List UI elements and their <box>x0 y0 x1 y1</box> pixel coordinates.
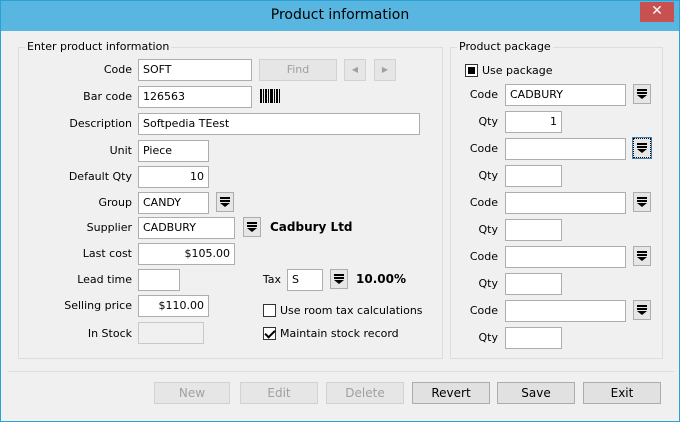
package-code-dropdown-icon[interactable] <box>632 137 652 159</box>
package-qty-input[interactable] <box>505 219 562 241</box>
package-code-label: Code <box>469 250 498 263</box>
code-input[interactable]: SOFT <box>138 59 252 81</box>
save-button[interactable]: Save <box>497 382 575 404</box>
default-qty-input[interactable]: 10 <box>138 166 209 188</box>
package-code-input[interactable] <box>505 138 626 160</box>
last-cost-input[interactable]: $105.00 <box>138 243 235 265</box>
description-label: Description <box>69 117 132 130</box>
package-qty-input[interactable] <box>505 165 562 187</box>
supplier-name: Cadbury Ltd <box>270 220 353 234</box>
package-code-label: Code <box>469 88 498 101</box>
product-package-legend: Product package <box>457 40 553 53</box>
new-button[interactable]: New <box>154 382 230 404</box>
button-bar-divider <box>8 371 674 372</box>
package-code-input[interactable] <box>505 300 626 322</box>
package-code-input[interactable]: CADBURY <box>505 84 626 106</box>
lead-time-input[interactable] <box>138 269 180 291</box>
group-label: Group <box>98 196 133 209</box>
code-label: Code <box>103 63 132 76</box>
supplier-label: Supplier <box>86 221 132 234</box>
use-package-box[interactable] <box>465 64 478 77</box>
last-cost-label: Last cost <box>82 247 132 260</box>
previous-icon[interactable]: ◀ <box>344 59 366 81</box>
tax-input[interactable]: S <box>287 269 323 291</box>
exit-button[interactable]: Exit <box>583 382 661 404</box>
maintain-stock-box[interactable] <box>263 327 276 340</box>
product-information-window: Product information ✕ Enter product info… <box>0 0 680 422</box>
package-code-label: Code <box>469 196 498 209</box>
description-input[interactable]: Softpedia TEest <box>138 113 420 135</box>
revert-button[interactable]: Revert <box>412 382 490 404</box>
package-qty-label: Qty <box>478 277 498 290</box>
title-bar: Product information ✕ <box>1 1 679 31</box>
tax-label: Tax <box>262 273 281 286</box>
group-dropdown-icon[interactable] <box>216 192 234 212</box>
package-qty-label: Qty <box>478 115 498 128</box>
use-room-tax-box[interactable] <box>263 304 276 317</box>
use-room-tax-checkbox[interactable]: Use room tax calculations <box>263 304 443 318</box>
barcode-icon[interactable] <box>259 86 281 106</box>
barcode-label: Bar code <box>83 90 132 103</box>
package-code-dropdown-icon[interactable] <box>633 246 651 266</box>
unit-label: Unit <box>109 144 132 157</box>
maintain-stock-checkbox[interactable]: Maintain stock record <box>263 327 443 341</box>
delete-button[interactable]: Delete <box>326 382 404 404</box>
window-title: Product information <box>270 7 410 23</box>
find-button[interactable]: Find <box>259 59 337 81</box>
package-qty-label: Qty <box>478 331 498 344</box>
group-input[interactable]: CANDY <box>138 192 209 214</box>
package-qty-input[interactable] <box>505 273 562 295</box>
unit-input[interactable]: Piece <box>138 140 209 162</box>
use-room-tax-label: Use room tax calculations <box>280 304 423 317</box>
next-icon[interactable]: ▶ <box>374 59 396 81</box>
close-icon[interactable]: ✕ <box>640 2 674 22</box>
edit-button[interactable]: Edit <box>240 382 318 404</box>
tax-dropdown-icon[interactable] <box>330 269 348 289</box>
maintain-stock-label: Maintain stock record <box>280 327 399 340</box>
package-code-dropdown-icon[interactable] <box>633 300 651 320</box>
package-qty-label: Qty <box>478 223 498 236</box>
package-qty-input[interactable]: 1 <box>505 111 562 133</box>
tax-rate: 10.00% <box>356 272 406 286</box>
package-code-input[interactable] <box>505 192 626 214</box>
selling-price-input[interactable]: $110.00 <box>138 295 209 317</box>
package-code-label: Code <box>469 142 498 155</box>
in-stock-label: In Stock <box>87 327 132 340</box>
package-qty-input[interactable] <box>505 327 562 349</box>
barcode-input[interactable]: 126563 <box>138 86 252 108</box>
lead-time-label: Lead time <box>77 273 132 286</box>
use-package-label: Use package <box>482 64 553 77</box>
package-code-dropdown-icon[interactable] <box>633 84 651 104</box>
package-code-input[interactable] <box>505 246 626 268</box>
product-info-legend: Enter product information <box>25 40 172 53</box>
in-stock-input <box>138 322 204 344</box>
supplier-dropdown-icon[interactable] <box>243 217 261 237</box>
package-qty-label: Qty <box>478 169 498 182</box>
package-code-label: Code <box>469 304 498 317</box>
package-code-dropdown-icon[interactable] <box>633 192 651 212</box>
selling-price-label: Selling price <box>64 299 132 312</box>
use-package-checkbox[interactable]: Use package <box>465 64 585 78</box>
default-qty-label: Default Qty <box>68 170 132 183</box>
supplier-input[interactable]: CADBURY <box>138 217 235 239</box>
